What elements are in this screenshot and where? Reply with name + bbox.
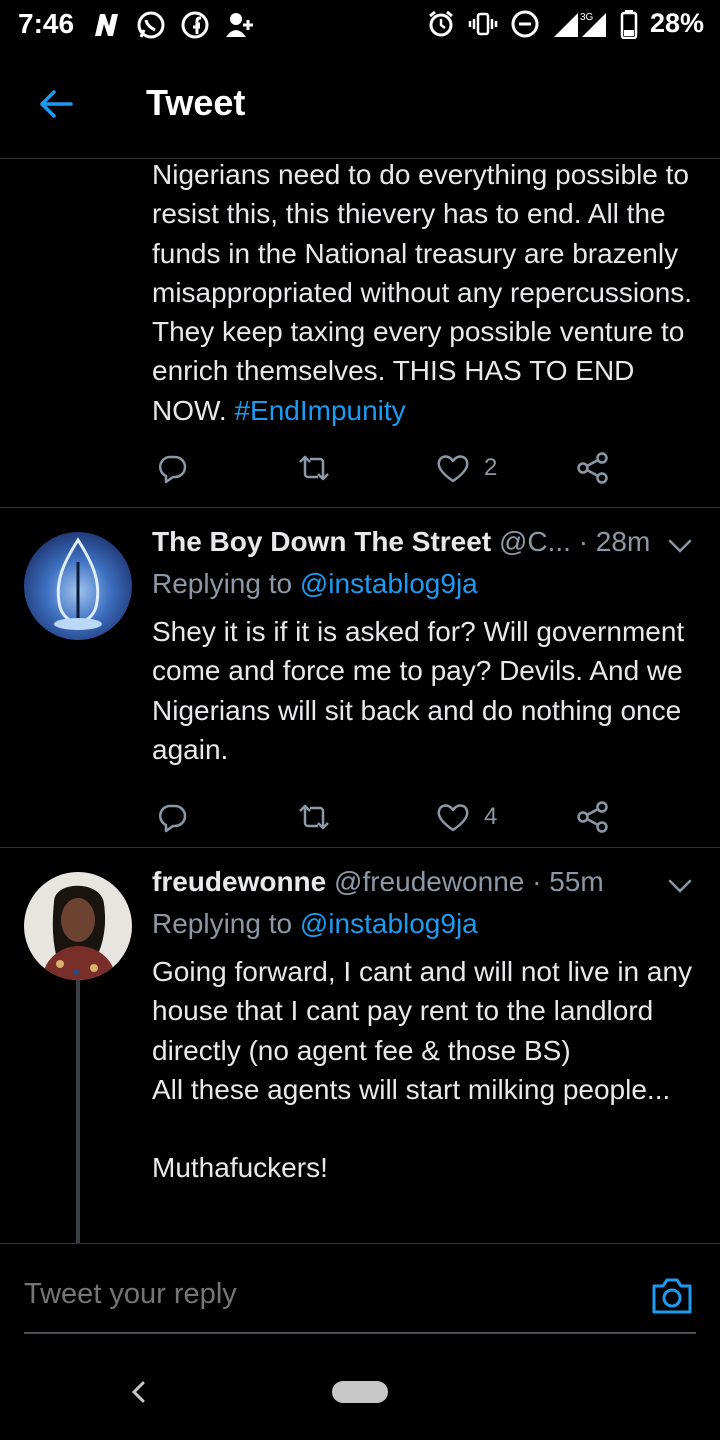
tweet-meta: The Boy Down The Street @C... · 28m [152, 526, 700, 566]
camera-icon [652, 1278, 692, 1314]
chevron-down-icon[interactable] [666, 872, 694, 900]
share-icon [577, 801, 608, 833]
system-icons: 3G 28% [426, 8, 704, 39]
network-type: 3G [580, 12, 594, 23]
tweet-item[interactable]: Nigerians need to do everything possible… [0, 159, 720, 508]
alarm-icon [426, 9, 456, 39]
battery-icon [620, 9, 638, 39]
arrow-left-icon [40, 90, 73, 118]
tweet-thread[interactable]: Nigerians need to do everything possible… [0, 159, 720, 1243]
dnd-icon [510, 9, 540, 39]
tweet-actions: 2 [152, 446, 622, 490]
top-app-bar: Tweet [0, 52, 720, 159]
tweet-text: Shey it is if it is asked for? Will gove… [152, 616, 692, 765]
back-button[interactable] [34, 82, 78, 126]
tweet-time: · 28m [578, 526, 651, 557]
heart-icon [437, 455, 469, 483]
replying-to: Replying to @instablog9ja [152, 908, 478, 939]
tweet-meta: freudewonne @freudewonne · 55m [152, 866, 700, 906]
user-handle[interactable]: @freudewonne [334, 866, 524, 897]
reply-composer [0, 1243, 720, 1344]
retweet-icon [299, 804, 329, 830]
share-button[interactable] [576, 795, 610, 839]
add-user-icon [224, 10, 254, 40]
tweet-text: Nigerians need to do everything possible… [152, 159, 700, 426]
reply-icon [159, 455, 187, 484]
mention-link[interactable]: @instablog9ja [300, 908, 478, 939]
reply-button[interactable] [156, 446, 188, 490]
n-icon [92, 10, 122, 40]
tweet-item[interactable]: freudewonne @freudewonne · 55m Replying … [0, 848, 720, 1243]
notification-icons [92, 10, 254, 40]
like-button[interactable]: 2 [436, 446, 497, 490]
signal-icon: 3G [552, 9, 608, 39]
reply-icon [159, 804, 187, 833]
retweet-button[interactable] [296, 446, 332, 490]
avatar[interactable] [24, 532, 132, 640]
retweet-button[interactable] [296, 795, 332, 839]
vibrate-icon [468, 9, 498, 39]
tweet-actions: 4 [152, 795, 622, 839]
tweet-text: Going forward, I cant and will not live … [152, 956, 693, 1184]
nav-back-icon[interactable] [126, 1379, 152, 1405]
tweet-time: · 55m [532, 866, 604, 897]
nav-home-pill[interactable] [332, 1381, 388, 1403]
system-nav-bar [0, 1343, 720, 1440]
tweet-item[interactable]: The Boy Down The Street @C... · 28m Repl… [0, 508, 720, 848]
reply-button[interactable] [156, 795, 188, 839]
thread-line [76, 980, 80, 1243]
facebook-icon [180, 10, 210, 40]
heart-icon [437, 804, 469, 832]
reply-input[interactable] [24, 1278, 624, 1311]
battery-percent: 28% [649, 8, 704, 38]
input-underline [24, 1332, 696, 1334]
chevron-down-icon[interactable] [666, 532, 694, 560]
avatar[interactable] [24, 872, 132, 980]
like-count: 2 [484, 454, 498, 481]
mention-link[interactable]: @instablog9ja [300, 568, 478, 599]
display-name[interactable]: freudewonne [152, 866, 326, 897]
retweet-icon [299, 455, 329, 481]
share-button[interactable] [576, 446, 610, 490]
status-bar: 7:46 3G 28% [0, 0, 720, 52]
hashtag-link[interactable]: #EndImpunity [234, 395, 405, 426]
whatsapp-icon [136, 10, 166, 40]
like-count: 4 [484, 803, 498, 830]
page-title: Tweet [146, 82, 246, 123]
status-time: 7:46 [18, 8, 75, 39]
user-handle[interactable]: @C... [499, 526, 571, 557]
display-name[interactable]: The Boy Down The Street [152, 526, 491, 557]
like-button[interactable]: 4 [436, 795, 497, 839]
camera-button[interactable] [650, 1274, 694, 1318]
replying-to: Replying to @instablog9ja [152, 568, 478, 599]
share-icon [577, 452, 608, 484]
